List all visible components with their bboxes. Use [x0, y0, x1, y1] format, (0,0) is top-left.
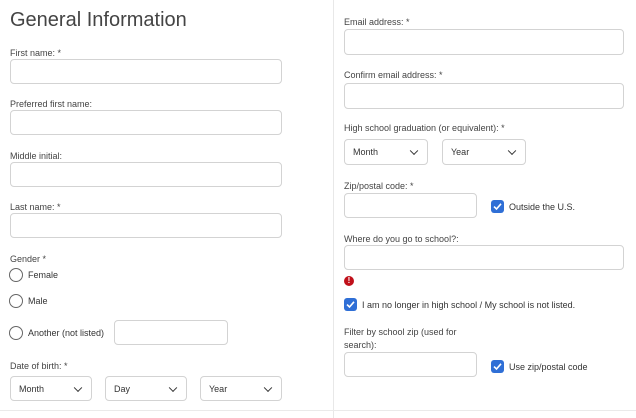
last-name-input[interactable] [10, 213, 282, 238]
gender-male-label: Male [28, 296, 48, 306]
outside-us-label: Outside the U.S. [509, 202, 576, 212]
no-longer-in-school-label: I am no longer in high school / My schoo… [362, 300, 576, 310]
check-icon [493, 363, 502, 371]
error-icon: ! [344, 276, 354, 286]
zip-label: Zip/postal code: * [344, 181, 414, 191]
dob-year-select[interactable]: Year [200, 376, 282, 401]
gender-female-radio[interactable] [9, 268, 23, 282]
filter-zip-label-line2: search): [344, 340, 377, 350]
use-zip-checkbox[interactable] [491, 360, 504, 373]
first-name-label: First name: * [10, 48, 62, 58]
dob-year-value: Year [209, 383, 228, 394]
hs-year-select[interactable]: Year [442, 139, 526, 165]
page-title: General Information [10, 9, 187, 31]
chevron-down-icon [168, 383, 178, 392]
email-input[interactable] [344, 29, 624, 55]
chevron-down-icon [263, 383, 273, 392]
first-name-input[interactable] [10, 59, 282, 84]
hs-month-select[interactable]: Month [344, 139, 428, 165]
confirm-email-label: Confirm email address: * [344, 70, 443, 80]
email-label: Email address: * [344, 17, 410, 27]
dob-month-value: Month [19, 383, 45, 394]
preferred-first-name-input[interactable] [10, 110, 282, 135]
last-name-label: Last name: * [10, 202, 61, 212]
gender-female-label: Female [28, 270, 59, 280]
chevron-down-icon [507, 146, 517, 156]
chevron-down-icon [409, 146, 419, 156]
outside-us-checkbox[interactable] [491, 200, 504, 213]
school-label: Where do you go to school?: [344, 234, 459, 244]
middle-initial-label: Middle initial: [10, 151, 63, 161]
preferred-first-name-label: Preferred first name: [10, 99, 93, 109]
dob-day-select[interactable]: Day [105, 376, 187, 401]
gender-another-radio[interactable] [9, 326, 23, 340]
gender-label: Gender * [10, 254, 47, 264]
chevron-down-icon [73, 383, 83, 392]
bottom-divider [0, 410, 636, 411]
gender-another-label: Another (not listed) [28, 328, 105, 338]
check-icon [346, 301, 355, 309]
zip-input[interactable] [344, 193, 477, 218]
dob-day-value: Day [114, 383, 131, 394]
hs-month-value: Month [353, 147, 379, 157]
hs-year-value: Year [451, 147, 470, 157]
no-longer-in-school-checkbox[interactable] [344, 298, 357, 311]
filter-zip-input[interactable] [344, 352, 477, 377]
confirm-email-input[interactable] [344, 83, 624, 109]
gender-another-input[interactable] [114, 320, 228, 345]
filter-zip-label-line1: Filter by school zip (used for [344, 327, 457, 337]
dob-month-select[interactable]: Month [10, 376, 92, 401]
dob-label: Date of birth: * [10, 361, 68, 371]
middle-initial-input[interactable] [10, 162, 282, 187]
column-divider [333, 0, 334, 418]
hs-graduation-label: High school graduation (or equivalent): … [344, 123, 505, 133]
use-zip-label: Use zip/postal code [509, 362, 588, 372]
school-search-input[interactable] [344, 245, 624, 270]
gender-male-radio[interactable] [9, 294, 23, 308]
check-icon [493, 203, 502, 211]
